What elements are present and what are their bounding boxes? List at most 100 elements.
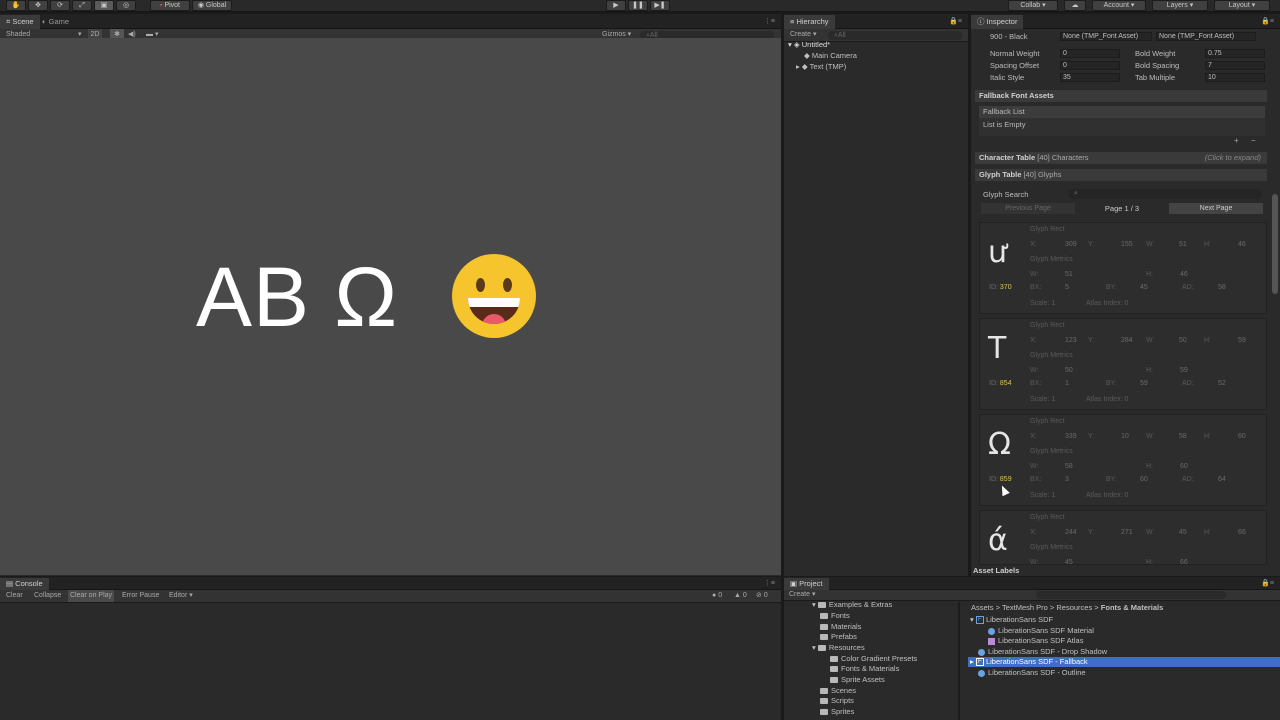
account-dropdown[interactable]: Account ▾	[1092, 0, 1146, 11]
asset-liberationsans-sdf-outline[interactable]: LiberationSans SDF - Outline	[978, 668, 1086, 677]
bold-spacing-field[interactable]: 7	[1205, 61, 1265, 70]
rect-w-field[interactable]: 58	[1179, 433, 1187, 440]
step-button[interactable]: ▶❚	[650, 0, 670, 11]
asset-labels-header[interactable]: Asset Labels	[971, 565, 1280, 576]
bx-field[interactable]: 5	[1065, 284, 1069, 291]
move-tool-icon[interactable]: ✥	[28, 0, 48, 11]
folder-scripts[interactable]: Scripts	[820, 696, 854, 705]
rect-h-field[interactable]: 59	[1238, 337, 1246, 344]
rect-x-field[interactable]: 244	[1065, 529, 1077, 536]
metric-h-field[interactable]: 60	[1180, 463, 1188, 470]
breadcrumb-fonts-materials[interactable]: Fonts & Materials	[1101, 603, 1164, 612]
asset-liberationsans-sdf-atlas[interactable]: LiberationSans SDF Atlas	[988, 636, 1083, 645]
glyph-card[interactable]: T Glyph Rect X: 123 Y: 284 W: 50 H: 59 Glyph…	[979, 318, 1267, 410]
clear-button[interactable]: Clear	[6, 590, 23, 602]
error-count[interactable]: ⊘ 0	[756, 590, 768, 602]
bx-field[interactable]: 1	[1065, 380, 1069, 387]
folder-resources[interactable]: ▾ Resources	[812, 643, 865, 652]
by-field[interactable]: 59	[1140, 380, 1148, 387]
metric-w-field[interactable]: 50	[1065, 367, 1073, 374]
character-table-header[interactable]: Character Table [40] Characters (Click to…	[975, 152, 1267, 164]
panel-menu-icon[interactable]: ⋮≡	[764, 17, 775, 25]
fallback-header[interactable]: Fallback Font Assets	[975, 90, 1267, 102]
next-page-button[interactable]: Next Page	[1169, 203, 1263, 214]
folder-color-gradient-presets[interactable]: Color Gradient Presets	[830, 654, 917, 663]
bold-weight-field[interactable]: 0.75	[1205, 49, 1265, 58]
lock-icon[interactable]: 🔒≡	[949, 17, 962, 25]
collapse-button[interactable]: Collapse	[34, 590, 61, 602]
metric-w-field[interactable]: 51	[1065, 271, 1073, 278]
asset-liberationsans-sdf-drop-shadow[interactable]: LiberationSans SDF - Drop Shadow	[978, 647, 1107, 656]
glyph-card[interactable]: ά Glyph Rect X: 244 Y: 271 W: 45 H: 66 Glyph…	[979, 510, 1267, 565]
info-count[interactable]: ● 0	[712, 590, 722, 602]
layout-dropdown[interactable]: Layout ▾	[1214, 0, 1270, 11]
global-toggle[interactable]: ◉ Global	[192, 0, 232, 11]
bx-field[interactable]: 3	[1065, 476, 1069, 483]
metric-w-field[interactable]: 58	[1065, 463, 1073, 470]
spacing-offset-field[interactable]: 0	[1060, 61, 1120, 70]
lock-icon[interactable]: 🔒≡	[1261, 17, 1274, 25]
rect-h-field[interactable]: 60	[1238, 433, 1246, 440]
breadcrumb-assets[interactable]: Assets	[971, 603, 994, 612]
glyph-search-input[interactable]: ⌕	[1068, 189, 1262, 199]
glyph-card[interactable]: ư Glyph Rect X: 309 Y: 155 W: 51 H: 46 Glyph…	[979, 222, 1267, 314]
editor-dropdown[interactable]: Editor ▾	[169, 590, 193, 602]
rect-y-field[interactable]: 271	[1121, 529, 1133, 536]
folder-fonts[interactable]: Fonts	[820, 611, 850, 620]
project-splitter[interactable]	[958, 602, 960, 720]
hierarchy-item-text-tmp[interactable]: ▸ ◆ Text (TMP)	[796, 62, 846, 71]
rect-w-field[interactable]: 45	[1179, 529, 1187, 536]
folder-materials[interactable]: Materials	[820, 622, 861, 631]
ad-field[interactable]: 58	[1218, 284, 1226, 291]
tab-inspector[interactable]: ⓘ Inspector	[971, 15, 1024, 29]
rect-y-field[interactable]: 155	[1121, 241, 1133, 248]
breadcrumb-textmesh-pro[interactable]: TextMesh Pro	[1002, 603, 1048, 612]
glyph-table-header[interactable]: Glyph Table [40] Glyphs	[975, 169, 1267, 181]
asset-liberationsans-sdf[interactable]: ▾ F LiberationSans SDF	[970, 615, 1053, 625]
metric-h-field[interactable]: 59	[1180, 367, 1188, 374]
scene-view[interactable]: AB Ω	[0, 38, 781, 575]
folder-scenes[interactable]: Scenes	[820, 686, 856, 695]
rotate-tool-icon[interactable]: ⟳	[50, 0, 70, 11]
layers-dropdown[interactable]: Layers ▾	[1152, 0, 1208, 11]
asset-liberationsans-sdf-material[interactable]: LiberationSans SDF Material	[988, 626, 1094, 635]
folder-prefabs[interactable]: Prefabs	[820, 632, 857, 641]
clear-on-play-toggle[interactable]: Clear on Play	[68, 590, 115, 602]
glyph-card[interactable]: Ω Glyph Rect X: 339 Y: 10 W: 58 H: 60 Glyph …	[979, 414, 1267, 506]
folder-sprites[interactable]: Sprites	[820, 707, 854, 716]
rect-tool-icon[interactable]: ▣	[94, 0, 114, 11]
tab-console[interactable]: ▤ Console	[0, 578, 49, 590]
panel-menu-icon[interactable]: ⋮≡	[764, 579, 775, 587]
italic-style-field[interactable]: 35	[1060, 73, 1120, 82]
previous-page-button[interactable]: Previous Page	[981, 203, 1075, 214]
rect-x-field[interactable]: 339	[1065, 433, 1077, 440]
rect-x-field[interactable]: 309	[1065, 241, 1077, 248]
collab-button[interactable]: Collab ▾	[1008, 0, 1058, 11]
rect-y-field[interactable]: 10	[1121, 433, 1129, 440]
rect-y-field[interactable]: 284	[1121, 337, 1133, 344]
breadcrumb-resources[interactable]: Resources	[1056, 603, 1092, 612]
add-item-icon[interactable]: +	[1234, 136, 1239, 145]
remove-item-icon[interactable]: −	[1251, 136, 1256, 145]
tab-hierarchy[interactable]: ≡ Hierarchy	[784, 15, 835, 29]
error-pause-button[interactable]: Error Pause	[122, 590, 159, 602]
black-regular-field[interactable]: None (TMP_Font Asset)	[1060, 32, 1152, 41]
by-field[interactable]: 60	[1140, 476, 1148, 483]
hand-tool-icon[interactable]: ✋	[6, 0, 26, 11]
rect-x-field[interactable]: 123	[1065, 337, 1077, 344]
tab-project[interactable]: ▣ Project	[784, 578, 829, 590]
rect-h-field[interactable]: 66	[1238, 529, 1246, 536]
tab-game[interactable]: ◐ Game	[36, 15, 75, 29]
by-field[interactable]: 45	[1140, 284, 1148, 291]
black-italic-field[interactable]: None (TMP_Font Asset)	[1156, 32, 1256, 41]
project-create-button[interactable]: Create ▾	[789, 590, 815, 600]
transform-tool-icon[interactable]: ◎	[116, 0, 136, 11]
scale-tool-icon[interactable]: ⤢	[72, 0, 92, 11]
ad-field[interactable]: 64	[1218, 476, 1226, 483]
folder-examples-extras[interactable]: ▾ Examples & Extras	[812, 600, 892, 609]
folder-fonts-materials[interactable]: Fonts & Materials	[830, 664, 899, 673]
asset-liberationsans-sdf-fallback[interactable]: ▸ F LiberationSans SDF - Fallback	[970, 657, 1088, 667]
ad-field[interactable]: 52	[1218, 380, 1226, 387]
hierarchy-item-main-camera[interactable]: ◆ Main Camera	[804, 51, 857, 60]
rect-w-field[interactable]: 51	[1179, 241, 1187, 248]
